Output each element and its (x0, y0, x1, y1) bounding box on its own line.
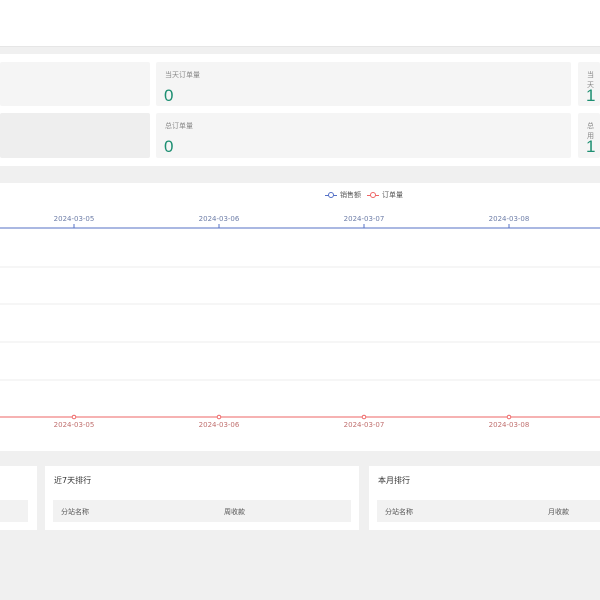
rank-month-col-amount: 月收款 (548, 508, 569, 516)
top-axis-label-1: 2024-03-06 (199, 215, 240, 223)
bottom-axis-label-1: 2024-03-06 (199, 421, 240, 429)
rank-header-left (0, 500, 28, 522)
rank-week-table-header: 分站名称 周收款 (53, 500, 351, 522)
total-orders-label: 总订单量 (165, 122, 193, 130)
right-bottom-value: 1 (586, 137, 596, 156)
today-orders-value: 0 (164, 86, 174, 105)
top-axis-label-2: 2024-03-07 (344, 215, 385, 223)
rank-week-title: 近7天排行 (54, 476, 92, 485)
line-chart: 2024-03-05 2024-03-06 2024-03-07 2024-03-08… (0, 215, 600, 429)
rank-card-week: 近7天排行 分站名称 周收款 (45, 466, 359, 530)
stat-card-left-bottom (0, 113, 150, 158)
stat-card-right-top: 当天 1 (578, 62, 600, 106)
orders-point-1 (216, 414, 222, 420)
chart-panel: 销售额 订单量 2024-03-05 2024-03-06 2024-03-07 20… (0, 183, 600, 451)
orders-point-0 (71, 414, 77, 420)
today-orders-label: 当天订单量 (165, 71, 200, 79)
stat-card-right-bottom: 总用 1 (578, 113, 600, 158)
top-bar (0, 0, 600, 47)
stat-card-today-orders: 当天订单量 0 (156, 62, 571, 106)
rank-week-col-name: 分站名称 (61, 508, 89, 516)
orders-point-2 (361, 414, 367, 420)
right-top-value: 1 (586, 86, 596, 105)
rank-month-table-header: 分站名称 月收款 (377, 500, 600, 522)
rank-month-col-name: 分站名称 (385, 508, 413, 516)
bottom-axis-label-3: 2024-03-08 (489, 421, 530, 429)
total-orders-value: 0 (164, 137, 174, 156)
rank-month-title: 本月排行 (378, 476, 410, 485)
rank-card-month: 本月排行 分站名称 月收款 (369, 466, 600, 530)
stats-panel: 当天订单量 0 总订单量 0 当天 1 总用 1 (0, 54, 600, 166)
rank-week-col-amount: 周收款 (224, 508, 245, 516)
top-axis-label-0: 2024-03-05 (54, 215, 95, 223)
top-axis-label-3: 2024-03-08 (489, 215, 530, 223)
bottom-axis-label-0: 2024-03-05 (54, 421, 95, 429)
bottom-axis-label-2: 2024-03-07 (344, 421, 385, 429)
stat-card-total-orders: 总订单量 0 (156, 113, 571, 158)
orders-point-3 (506, 414, 512, 420)
stat-card-left-top (0, 62, 150, 106)
rank-card-left (0, 466, 37, 530)
